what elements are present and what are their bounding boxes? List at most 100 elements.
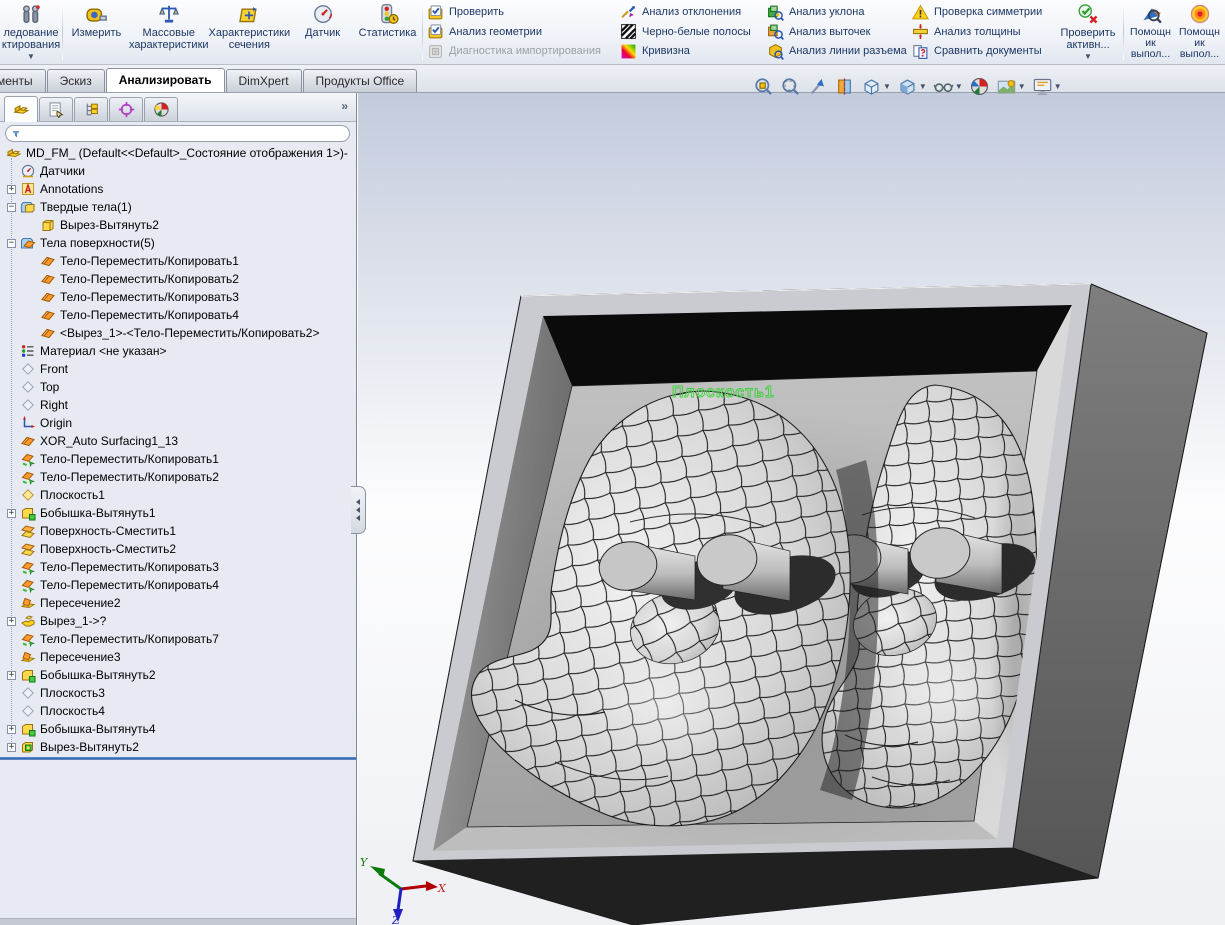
expand-toggle[interactable]: + <box>7 616 16 626</box>
filter-input[interactable] <box>28 127 343 140</box>
expand-toggle[interactable]: + <box>7 184 16 194</box>
ribbon-button-compare-documents[interactable]: Сравнить документы <box>912 42 1053 60</box>
ribbon-button-section-properties[interactable]: Характеристики сечения <box>209 0 290 64</box>
panel-tab-propertymanager[interactable] <box>39 97 73 121</box>
ribbon-button-measure[interactable]: Измерить <box>64 0 129 64</box>
tab-анализировать[interactable]: Анализировать <box>105 68 225 92</box>
tree-item[interactable]: Right <box>0 396 356 414</box>
tab-эскиз[interactable]: Эскиз <box>46 69 105 92</box>
rollback-bar[interactable] <box>0 757 356 760</box>
tree-item[interactable]: + Бобышка-Вытянуть2 <box>0 666 356 684</box>
plane-icon <box>20 361 36 377</box>
tree-item[interactable]: Плоскость4 <box>0 702 356 720</box>
tree-item[interactable]: + Annotations <box>0 180 356 198</box>
tree-item[interactable]: Тело-Переместить/Копировать4 <box>0 306 356 324</box>
ribbon-button-statistics[interactable]: Статистика <box>355 0 420 64</box>
tree-item[interactable]: Top <box>0 378 356 396</box>
ribbon-button-symmetry-check[interactable]: Проверка симметрии <box>912 3 1053 21</box>
tree-item[interactable]: − Твердые тела(1) <box>0 198 356 216</box>
tree-item[interactable]: + Вырез-Вытянуть2 <box>0 738 356 756</box>
panel-tab-overflow-chevron[interactable]: » <box>341 99 348 113</box>
graphics-viewport[interactable]: Плоскость1 X Y Z <box>358 93 1225 925</box>
previous-view-button[interactable] <box>806 75 829 98</box>
panel-tab-displaymanager[interactable] <box>144 97 178 121</box>
section-view-icon <box>834 76 855 97</box>
tree-item[interactable]: + Вырез_1->? <box>0 612 356 630</box>
hide-show-items-button[interactable]: ▼ <box>932 75 964 98</box>
tree-item[interactable]: Тело-Переместить/Копировать1 <box>0 252 356 270</box>
dropdown-arrow-icon[interactable]: ▼ <box>1054 82 1062 91</box>
display-style-button[interactable]: ▼ <box>896 75 928 98</box>
tree-item[interactable]: Плоскость1 <box>0 486 356 504</box>
tab-продукты-office[interactable]: Продукты Office <box>302 69 418 92</box>
tree-item[interactable]: Тело-Переместить/Копировать2 <box>0 468 356 486</box>
tree-item[interactable]: Материал <не указан> <box>0 342 356 360</box>
tree-filter-box[interactable] <box>5 125 350 142</box>
tree-item[interactable]: + Бобышка-Вытянуть1 <box>0 504 356 522</box>
dropdown-arrow-icon[interactable]: ▼ <box>1018 82 1026 91</box>
ribbon-button-curvature[interactable]: Кривизна <box>620 42 764 60</box>
tab-dimxpert[interactable]: DimXpert <box>225 69 302 92</box>
tree-item[interactable]: Вырез-Вытянуть2 <box>0 216 356 234</box>
offset-surface-icon <box>20 523 36 539</box>
apply-scene-button[interactable]: ▼ <box>995 75 1027 98</box>
panel-tab-featuremanager[interactable] <box>4 96 38 122</box>
expand-toggle[interactable]: + <box>7 508 16 518</box>
tree-item[interactable]: Front <box>0 360 356 378</box>
expand-toggle[interactable]: + <box>7 670 16 680</box>
ribbon-button-parting-line-analysis[interactable]: Анализ линии разъема <box>767 42 909 60</box>
section-view-button[interactable] <box>833 75 856 98</box>
expand-toggle[interactable]: − <box>7 202 16 212</box>
tree-item[interactable]: <Вырез_1>-<Тело-Переместить/Копировать2> <box>0 324 356 342</box>
tree-item[interactable]: Поверхность-Сместить2 <box>0 540 356 558</box>
tree-item[interactable]: Тело-Переместить/Копировать3 <box>0 558 356 576</box>
ribbon-button-helper-magnifier[interactable]: Помощн ик выпол... <box>1126 0 1175 64</box>
ribbon-button-check-active[interactable]: Проверить активн... ▼ <box>1054 0 1122 64</box>
tree-item[interactable]: XOR_Auto Surfacing1_13 <box>0 432 356 450</box>
ribbon-button-mass-properties[interactable]: Массовые характеристики <box>129 0 209 64</box>
ribbon-button-label: Анализ уклона <box>789 6 865 18</box>
tree-item[interactable]: Тело-Переместить/Копировать3 <box>0 288 356 306</box>
ribbon-button-geometry-analysis[interactable]: Анализ геометрии <box>427 23 617 41</box>
tree-item[interactable]: Поверхность-Сместить1 <box>0 522 356 540</box>
zoom-area-button[interactable] <box>779 75 802 98</box>
dropdown-arrow-icon[interactable]: ▼ <box>919 82 927 91</box>
panel-tab-configurationmanager[interactable] <box>74 97 108 121</box>
ribbon-button-sensor[interactable]: Датчик <box>290 0 355 64</box>
tree-item[interactable]: Тело-Переместить/Копировать1 <box>0 450 356 468</box>
tab-менты[interactable]: менты <box>0 69 46 92</box>
tree-item[interactable]: Плоскость3 <box>0 684 356 702</box>
panel-tab-dimxpertmanager[interactable] <box>109 97 143 121</box>
zoom-fit-button[interactable] <box>752 75 775 98</box>
ribbon-button-design-study[interactable]: ледование ктирования ▼ <box>0 0 62 64</box>
ribbon-button-deviation-analysis[interactable]: Анализ отклонения <box>620 3 764 21</box>
tree-item[interactable]: Тело-Переместить/Копировать2 <box>0 270 356 288</box>
dropdown-arrow-icon[interactable]: ▼ <box>883 82 891 91</box>
ribbon-button-undercut-analysis[interactable]: Анализ выточек <box>767 23 909 41</box>
dropdown-arrow-icon[interactable]: ▼ <box>1084 53 1092 61</box>
tree-item[interactable]: Origin <box>0 414 356 432</box>
3d-viewport-scene[interactable]: Плоскость1 X Y Z <box>358 93 1225 925</box>
tree-item[interactable]: Датчики <box>0 162 356 180</box>
ribbon-button-zebra-stripes[interactable]: Черно-белые полосы <box>620 23 764 41</box>
tree-item[interactable]: − Тела поверхности(5) <box>0 234 356 252</box>
ribbon-button-draft-analysis[interactable]: Анализ уклона <box>767 3 909 21</box>
view-orientation-button[interactable]: ▼ <box>860 75 892 98</box>
ribbon-button-thickness-analysis[interactable]: Анализ толщины <box>912 23 1053 41</box>
tree-item[interactable]: Тело-Переместить/Копировать7 <box>0 630 356 648</box>
tree-item[interactable]: Пересечение2 <box>0 594 356 612</box>
tree-item[interactable]: Тело-Переместить/Копировать4 <box>0 576 356 594</box>
panel-splitter-handle[interactable] <box>351 486 366 534</box>
view-settings-button[interactable]: ▼ <box>1031 75 1063 98</box>
dropdown-arrow-icon[interactable]: ▼ <box>955 82 963 91</box>
expand-toggle[interactable]: + <box>7 742 16 752</box>
expand-toggle[interactable]: − <box>7 238 16 248</box>
tree-root-item[interactable]: MD_FM_ (Default<<Default>_Состояние отоб… <box>0 144 356 162</box>
dropdown-arrow-icon[interactable]: ▼ <box>27 53 35 61</box>
expand-toggle[interactable]: + <box>7 724 16 734</box>
tree-item[interactable]: Пересечение3 <box>0 648 356 666</box>
ribbon-button-helper-target[interactable]: Помощн ик выпол... <box>1175 0 1224 64</box>
edit-appearance-button[interactable] <box>968 75 991 98</box>
tree-item[interactable]: + Бобышка-Вытянуть4 <box>0 720 356 738</box>
ribbon-button-check[interactable]: Проверить <box>427 3 617 21</box>
